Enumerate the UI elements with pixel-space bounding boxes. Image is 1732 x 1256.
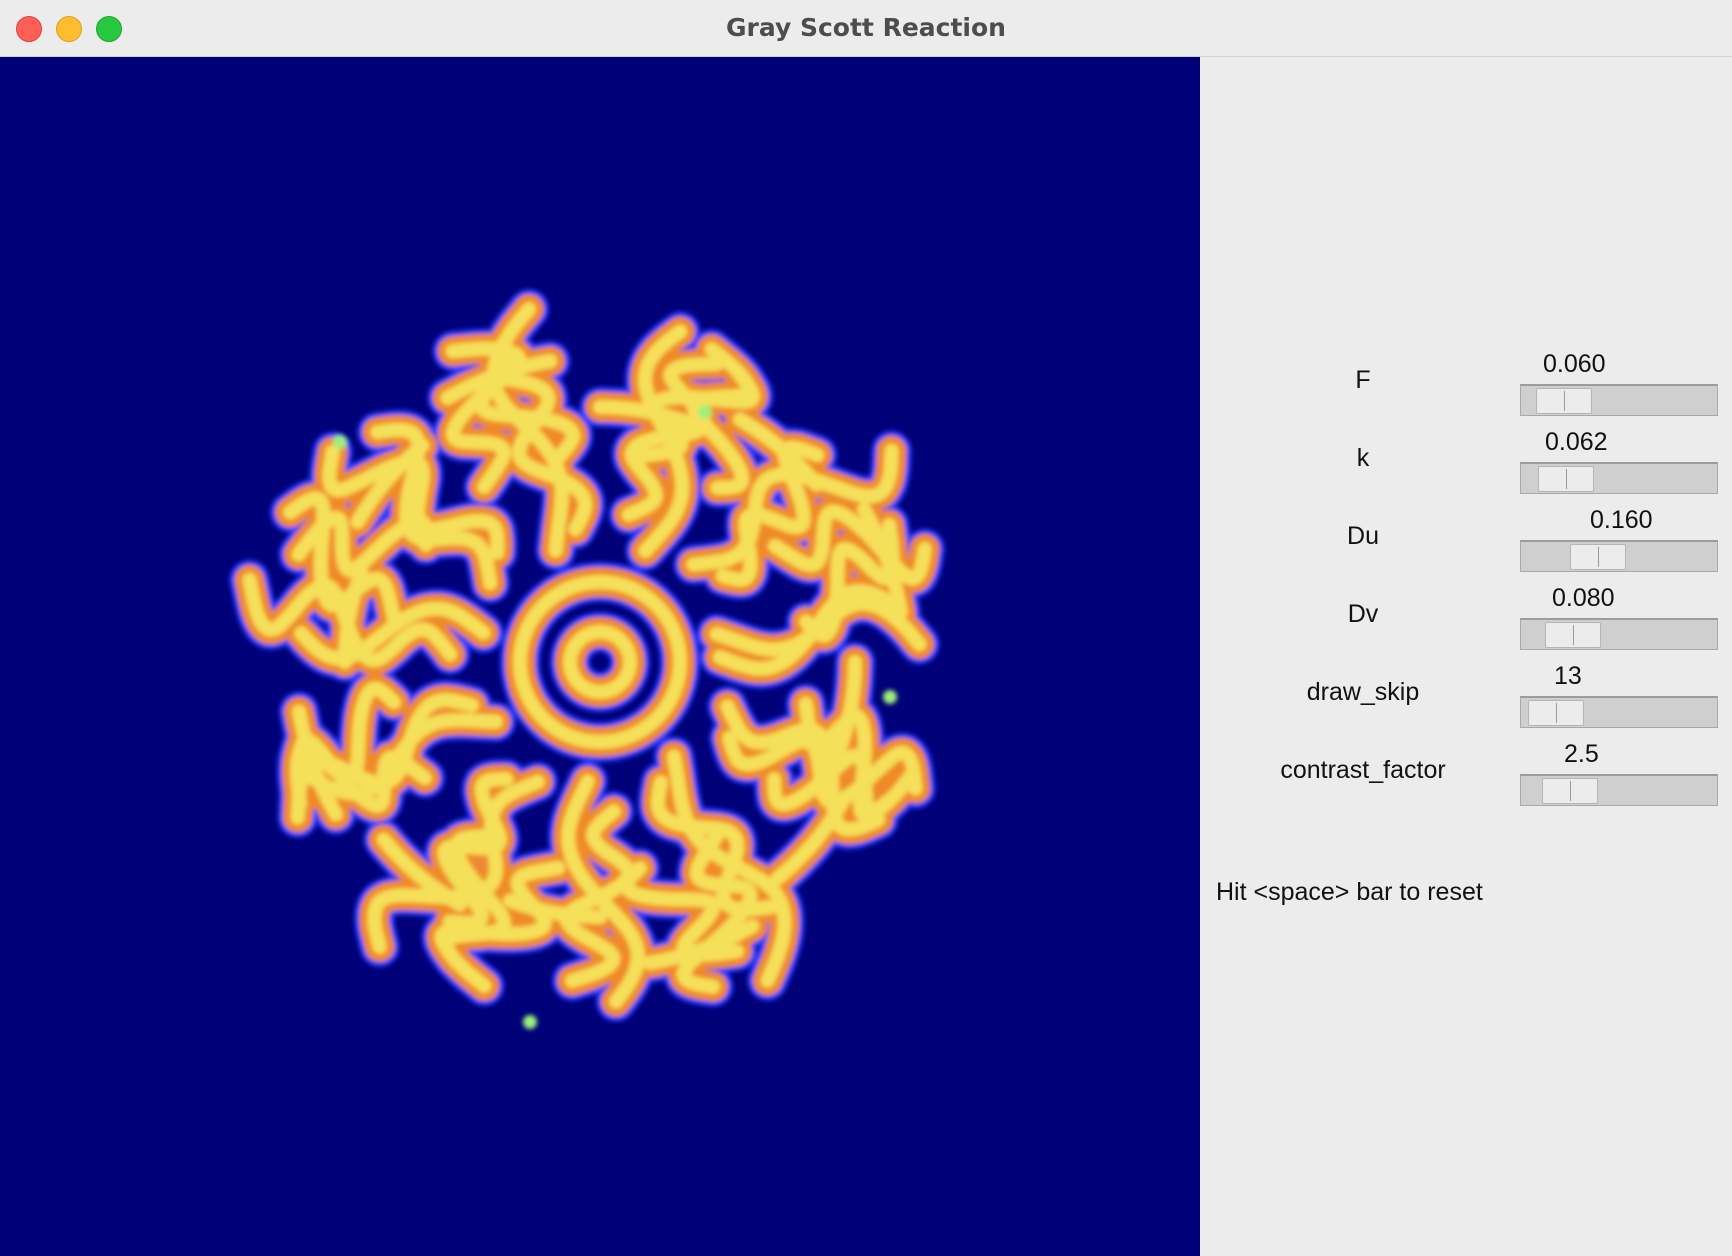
reset-hint: Hit <space> bar to reset [1216,878,1483,906]
pattern-spot [883,690,897,704]
reaction-pattern [229,289,945,1029]
param-label-contrast-factor: contrast_factor [1280,756,1446,784]
control-panel [1201,57,1732,1256]
slider-thumb-k[interactable] [1538,466,1594,492]
title-bar: Gray Scott Reaction [0,0,1732,57]
slider-f[interactable] [1520,384,1718,416]
param-value-dv: 0.080 [1552,584,1615,612]
slider-contrast-factor[interactable] [1520,774,1718,806]
slider-dv[interactable] [1520,618,1718,650]
param-value-draw-skip: 13 [1554,662,1582,690]
param-label-k: k [1356,444,1370,472]
pattern-spot [698,405,712,419]
slider-thumb-du[interactable] [1570,544,1626,570]
param-value-k: 0.062 [1545,428,1608,456]
simulation-canvas[interactable] [0,57,1200,1256]
window-title: Gray Scott Reaction [726,13,1006,42]
slider-thumb-f[interactable] [1536,388,1592,414]
slider-du[interactable] [1520,540,1718,572]
pattern-spot [523,1015,537,1029]
param-label-dv: Dv [1347,600,1379,628]
slider-k[interactable] [1520,462,1718,494]
param-label-f: F [1355,366,1371,394]
param-label-du: Du [1347,522,1379,550]
slider-thumb-dv[interactable] [1545,622,1601,648]
param-value-du: 0.160 [1590,506,1653,534]
slider-draw-skip[interactable] [1520,696,1718,728]
param-value-f: 0.060 [1543,350,1606,378]
pattern-spot [333,435,347,449]
param-value-contrast-factor: 2.5 [1564,740,1599,768]
pattern-ring [513,575,687,749]
slider-thumb-draw-skip[interactable] [1528,700,1584,726]
slider-thumb-contrast-factor[interactable] [1542,778,1598,804]
param-label-draw-skip: draw_skip [1306,678,1420,706]
